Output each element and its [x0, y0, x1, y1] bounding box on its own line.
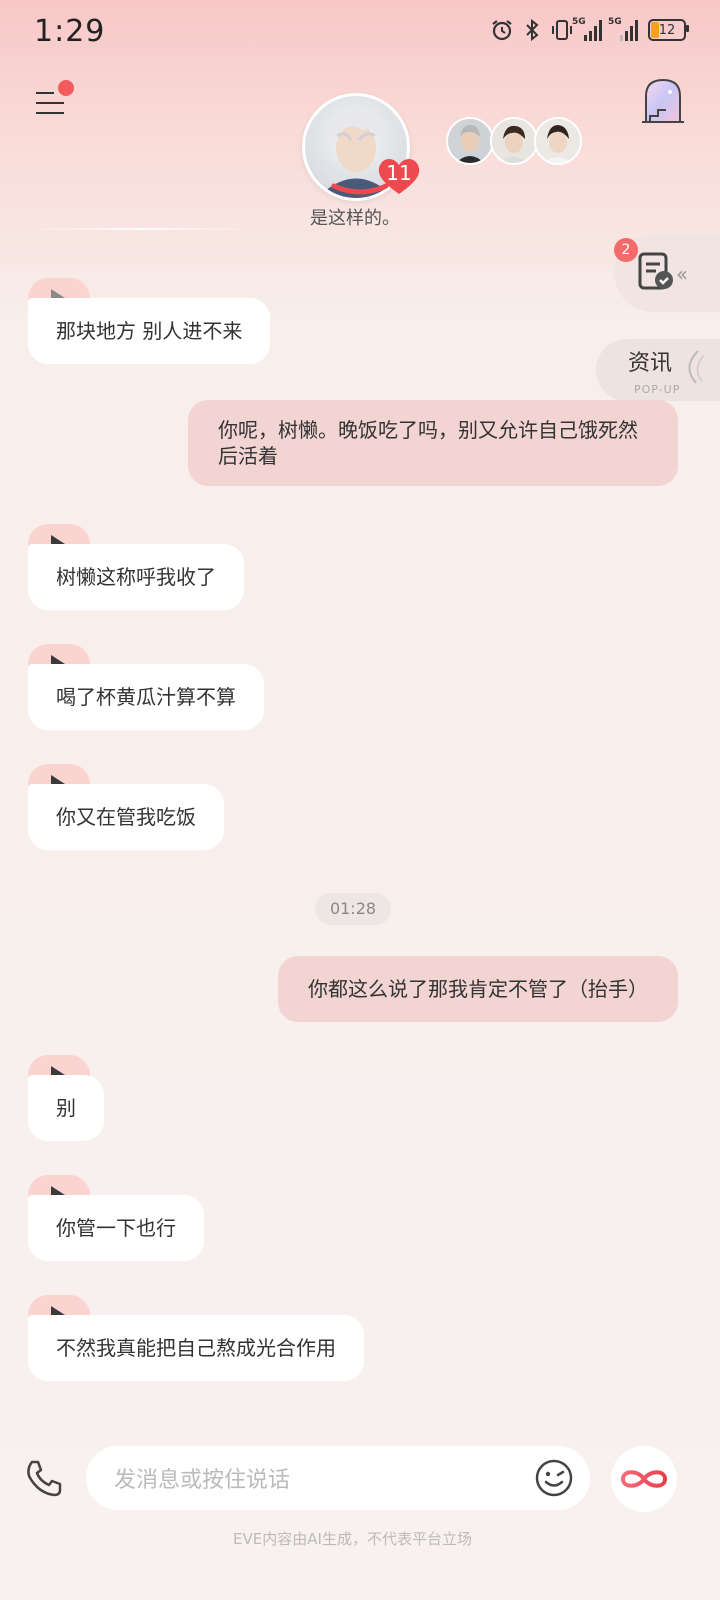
battery-icon: 12: [648, 19, 689, 41]
status-time: 1:29: [34, 14, 106, 49]
infinity-icon: [620, 1470, 668, 1488]
news-title: 资讯: [628, 351, 673, 376]
message-bubble[interactable]: 你管一下也行: [28, 1195, 204, 1261]
mini-avatar-1[interactable]: [446, 117, 494, 165]
message-bubble[interactable]: 喝了杯黄瓜汁算不算: [28, 664, 264, 730]
chevron-left-icon[interactable]: ‹‹: [676, 262, 688, 286]
message-bubble[interactable]: 你又在管我吃饭: [28, 784, 224, 850]
phone-icon[interactable]: [24, 1458, 64, 1498]
network-type-2: 5G: [608, 17, 622, 27]
message-line: 后活着: [218, 444, 278, 468]
message-bubble[interactable]: 你呢，树懒。晚饭吃了吗，别又允许自己饿死然 后活着: [188, 400, 678, 486]
timestamp: 01:28: [315, 893, 391, 925]
message-line: 你呢，树懒。晚饭吃了吗，别又允许自己饿死然: [218, 418, 638, 442]
heart-arc: [331, 183, 389, 195]
group-avatars[interactable]: [446, 117, 582, 165]
bluetooth-icon: [526, 18, 539, 42]
news-subtitle: POP-UP: [634, 383, 681, 396]
infinity-button[interactable]: [611, 1446, 677, 1512]
input-placeholder: 发消息或按住说话: [114, 1468, 291, 1493]
notification-dot: [58, 80, 74, 96]
message-bubble[interactable]: 不然我真能把自己熬成光合作用: [28, 1315, 364, 1381]
message-bubble[interactable]: 那块地方 别人进不来: [28, 298, 271, 364]
divider: [30, 228, 250, 230]
ai-disclaimer: EVE内容由AI生成，不代表平台立场: [233, 1530, 472, 1548]
news-decor-icon: [688, 350, 705, 384]
task-icon[interactable]: [636, 252, 676, 292]
alarm-icon: [492, 20, 512, 41]
menu-button[interactable]: [36, 80, 74, 120]
task-badge: 2: [614, 238, 638, 262]
message-bubble[interactable]: 你都这么说了那我肯定不管了（抬手）: [278, 956, 678, 1022]
door-icon[interactable]: [640, 76, 686, 126]
mini-avatar-2[interactable]: [490, 117, 538, 165]
message-bubble[interactable]: 树懒这称呼我收了: [28, 544, 244, 610]
character-status: 是这样的。: [310, 208, 400, 229]
signal-2-icon: 5G: [608, 17, 638, 41]
network-type-1: 5G: [572, 17, 586, 27]
battery-level: 12: [658, 22, 676, 38]
emoji-icon[interactable]: [534, 1458, 574, 1498]
signal-1-icon: 5G: [572, 17, 602, 41]
message-bubble[interactable]: 别: [28, 1075, 104, 1141]
mini-avatar-3[interactable]: [534, 117, 582, 165]
vibrate-icon: [552, 20, 572, 40]
status-icons: 5G 5G 12: [490, 17, 689, 42]
